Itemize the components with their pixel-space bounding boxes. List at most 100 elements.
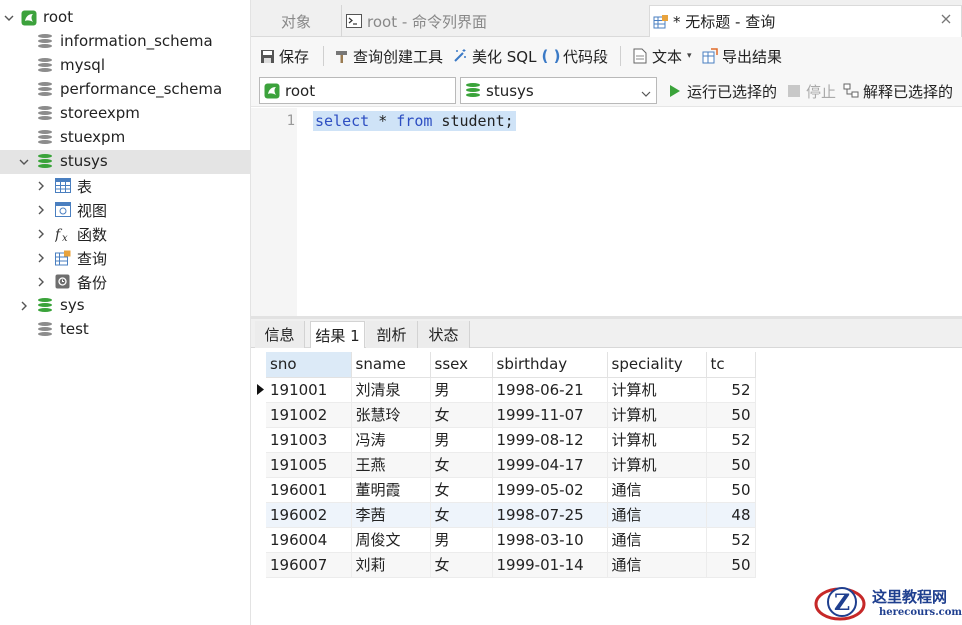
chevron-right-icon[interactable] bbox=[34, 227, 48, 241]
tree-item-views[interactable]: 视图 bbox=[0, 198, 250, 222]
query-builder-button[interactable]: 查询创建工具 bbox=[333, 45, 443, 67]
cell-sname[interactable]: 刘莉 bbox=[351, 552, 431, 578]
chevron-right-icon[interactable] bbox=[34, 251, 48, 265]
column-header-sname[interactable]: sname bbox=[351, 352, 431, 378]
chevron-right-icon[interactable] bbox=[34, 203, 48, 217]
table-row[interactable]: 196004 周俊文男 1998-03-10 通信 52 bbox=[266, 527, 756, 553]
export-results-button[interactable]: 导出结果 bbox=[702, 45, 782, 67]
save-button[interactable]: 保存 bbox=[259, 45, 309, 67]
snippet-button[interactable]: ( ) 代码段 bbox=[542, 45, 608, 67]
cell-ssex[interactable]: 女 bbox=[430, 502, 493, 528]
chevron-right-icon[interactable] bbox=[34, 179, 48, 193]
sql-code-line[interactable]: select * from student; bbox=[313, 111, 516, 131]
cell-speciality[interactable]: 通信 bbox=[607, 527, 707, 553]
column-header-speciality[interactable]: speciality bbox=[607, 352, 707, 378]
cell-sname[interactable]: 张慧玲 bbox=[351, 402, 431, 428]
cell-sbirthday[interactable]: 1999-05-02 bbox=[492, 477, 608, 503]
cell-sbirthday[interactable]: 1998-07-25 bbox=[492, 502, 608, 528]
table-row[interactable]: 191001 刘清泉男 1998-06-21 计算机 52 bbox=[266, 377, 756, 403]
cell-tc[interactable]: 50 bbox=[706, 552, 756, 578]
tree-database-performance_schema[interactable]: performance_schema bbox=[0, 78, 250, 102]
column-header-sbirthday[interactable]: sbirthday bbox=[492, 352, 608, 378]
cell-sno[interactable]: 191001 bbox=[266, 377, 352, 403]
sql-editor[interactable]: 1 select * from student; bbox=[251, 108, 962, 316]
cell-speciality[interactable]: 计算机 bbox=[607, 377, 707, 403]
tab-console[interactable]: root - 命令列界面 bbox=[341, 5, 649, 37]
tree-item-queries[interactable]: 查询 bbox=[0, 246, 250, 270]
tab-query[interactable]: * 无标题 - 查询 bbox=[649, 5, 962, 37]
chevron-down-icon[interactable] bbox=[17, 155, 31, 169]
cell-sname[interactable]: 董明霞 bbox=[351, 477, 431, 503]
cell-ssex[interactable]: 男 bbox=[430, 427, 493, 453]
cell-sno[interactable]: 191003 bbox=[266, 427, 352, 453]
connection-select[interactable]: root bbox=[259, 77, 456, 104]
cell-sno[interactable]: 196001 bbox=[266, 477, 352, 503]
cell-sbirthday[interactable]: 1999-01-14 bbox=[492, 552, 608, 578]
cell-sbirthday[interactable]: 1999-04-17 bbox=[492, 452, 608, 478]
cell-tc[interactable]: 52 bbox=[706, 377, 756, 403]
cell-sname[interactable]: 周俊文 bbox=[351, 527, 431, 553]
cell-sname[interactable]: 王燕 bbox=[351, 452, 431, 478]
tree-database-test[interactable]: test bbox=[0, 318, 250, 342]
cell-tc[interactable]: 48 bbox=[706, 502, 756, 528]
cell-speciality[interactable]: 计算机 bbox=[607, 452, 707, 478]
tree-database-stusys[interactable]: stusys bbox=[0, 150, 250, 174]
beautify-sql-button[interactable]: 美化 SQL bbox=[452, 45, 536, 67]
explain-selected-button[interactable]: 解释已选择的 bbox=[843, 80, 953, 102]
cell-sno[interactable]: 191005 bbox=[266, 452, 352, 478]
cell-sbirthday[interactable]: 1998-06-21 bbox=[492, 377, 608, 403]
table-row[interactable]: 196007 刘莉女 1999-01-14 通信 50 bbox=[266, 552, 756, 578]
chevron-right-icon[interactable] bbox=[34, 275, 48, 289]
cell-ssex[interactable]: 女 bbox=[430, 452, 493, 478]
tab-profile[interactable]: 剖析 bbox=[366, 321, 418, 348]
cell-ssex[interactable]: 男 bbox=[430, 377, 493, 403]
tab-status[interactable]: 状态 bbox=[418, 321, 470, 348]
stop-button[interactable]: 停止 bbox=[786, 80, 836, 102]
cell-speciality[interactable]: 通信 bbox=[607, 477, 707, 503]
tree-item-functions[interactable]: f x 函数 bbox=[0, 222, 250, 246]
cell-speciality[interactable]: 通信 bbox=[607, 552, 707, 578]
table-row[interactable]: 196002 李茜女 1998-07-25 通信 48 bbox=[266, 502, 756, 528]
cell-ssex[interactable]: 女 bbox=[430, 552, 493, 578]
column-header-sno[interactable]: sno bbox=[266, 352, 352, 378]
table-row[interactable]: 191005 王燕女 1999-04-17 计算机 50 bbox=[266, 452, 756, 478]
cell-sbirthday[interactable]: 1998-03-10 bbox=[492, 527, 608, 553]
cell-tc[interactable]: 52 bbox=[706, 527, 756, 553]
cell-ssex[interactable]: 男 bbox=[430, 527, 493, 553]
tree-database-stuexpm[interactable]: stuexpm bbox=[0, 126, 250, 150]
database-select[interactable]: stusys bbox=[460, 77, 657, 104]
cell-tc[interactable]: 50 bbox=[706, 402, 756, 428]
tree-database-information_schema[interactable]: information_schema bbox=[0, 30, 250, 54]
chevron-down-icon[interactable] bbox=[641, 85, 651, 97]
tab-info[interactable]: 信息 bbox=[255, 321, 305, 348]
close-icon[interactable] bbox=[939, 12, 953, 26]
text-button[interactable]: 文本 ▾ bbox=[632, 45, 692, 67]
cell-ssex[interactable]: 女 bbox=[430, 477, 493, 503]
tree-database-sys[interactable]: sys bbox=[0, 294, 250, 318]
table-row[interactable]: 191003 冯涛男 1999-08-12 计算机 52 bbox=[266, 427, 756, 453]
cell-sbirthday[interactable]: 1999-08-12 bbox=[492, 427, 608, 453]
tree-connection-root[interactable]: root bbox=[0, 6, 250, 30]
cell-sname[interactable]: 李茜 bbox=[351, 502, 431, 528]
table-row[interactable]: 196001 董明霞女 1999-05-02 通信 50 bbox=[266, 477, 756, 503]
cell-speciality[interactable]: 通信 bbox=[607, 502, 707, 528]
cell-sno[interactable]: 196007 bbox=[266, 552, 352, 578]
column-header-tc[interactable]: tc bbox=[706, 352, 756, 378]
tab-result-1[interactable]: 结果 1 bbox=[310, 321, 365, 348]
tree-item-backups[interactable]: 备份 bbox=[0, 270, 250, 294]
cell-sno[interactable]: 196004 bbox=[266, 527, 352, 553]
cell-ssex[interactable]: 女 bbox=[430, 402, 493, 428]
cell-speciality[interactable]: 计算机 bbox=[607, 427, 707, 453]
cell-sbirthday[interactable]: 1999-11-07 bbox=[492, 402, 608, 428]
cell-speciality[interactable]: 计算机 bbox=[607, 402, 707, 428]
cell-sname[interactable]: 刘清泉 bbox=[351, 377, 431, 403]
cell-sname[interactable]: 冯涛 bbox=[351, 427, 431, 453]
cell-tc[interactable]: 50 bbox=[706, 452, 756, 478]
table-row[interactable]: 191002 张慧玲女 1999-11-07 计算机 50 bbox=[266, 402, 756, 428]
tree-item-tables[interactable]: 表 bbox=[0, 174, 250, 198]
tree-database-storeexpm[interactable]: storeexpm bbox=[0, 102, 250, 126]
tab-objects[interactable]: 对象 bbox=[251, 5, 341, 37]
run-selected-button[interactable]: 运行已选择的 bbox=[667, 80, 777, 102]
chevron-down-icon[interactable] bbox=[2, 11, 16, 25]
cell-tc[interactable]: 50 bbox=[706, 477, 756, 503]
